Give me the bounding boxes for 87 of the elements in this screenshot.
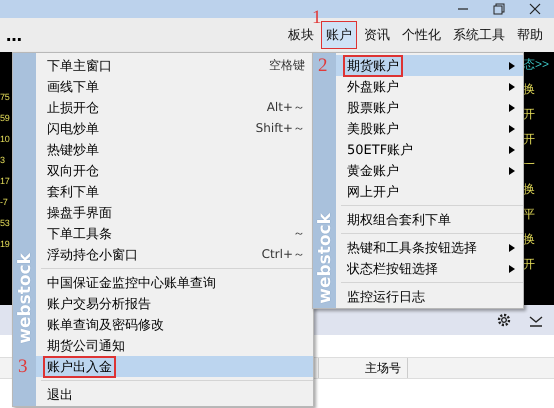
menu-item[interactable]: 浮动持仓小窗口 Ctrl+～ <box>36 244 313 265</box>
menu-item-label: 下单工具条 <box>46 226 113 242</box>
menu-item-label: 美股账户 <box>346 120 400 138</box>
quote-label: 开 <box>523 257 536 271</box>
shortcut-label: ～ <box>293 225 305 242</box>
quote-label: 换 <box>523 232 536 246</box>
menu-item-label: 账单查询及密码修改 <box>46 316 165 334</box>
menu-item[interactable]: 中国保证金监控中心账单查询 <box>36 272 313 293</box>
quote-label: 换 <box>523 182 536 196</box>
menu-item-label: 止损开仓 <box>46 100 100 116</box>
menu-item-label: 套利下单 <box>46 184 100 200</box>
quote-value: 75 <box>0 91 10 104</box>
quote-label: 开 <box>523 132 536 146</box>
quote-value: 53 <box>0 217 10 230</box>
menu-item-label: 监控运行日志 <box>346 288 426 306</box>
menu-item-label: 操盘手界面 <box>46 204 113 222</box>
menu-item[interactable]: 热键炒单 <box>36 139 313 160</box>
menu-tab[interactable]: 资讯 <box>359 21 395 49</box>
shortcut-label: Alt+～ <box>266 99 305 116</box>
step-number: 1 <box>312 8 322 27</box>
menu-item-label: 期货公司通知 <box>46 338 126 354</box>
menu-tab[interactable]: 个性化 <box>397 21 446 49</box>
quote-value: 10 <box>0 133 10 146</box>
menu-item-label: 网上开户 <box>346 184 400 200</box>
column-header: 主场号 <box>318 358 408 378</box>
menu-item[interactable]: 状态栏按钮选择 <box>336 258 523 279</box>
menu-item-label: 外盘账户 <box>346 78 400 96</box>
menu-item-label: 黄金账户 <box>346 162 400 180</box>
menu-item[interactable]: 期货公司通知 <box>36 335 313 356</box>
step-number: 2 <box>318 56 328 75</box>
brand-label: webstock <box>315 213 335 304</box>
step-number: 3 <box>18 357 28 376</box>
restore-icon[interactable] <box>492 2 506 16</box>
quote-label: 换 <box>523 82 536 96</box>
menu-item[interactable]: 下单主窗口 空格键 <box>36 55 313 76</box>
menu-item[interactable]: 闪电炒单 Shift+～ <box>36 118 313 139</box>
menu-item[interactable]: 操盘手界面 <box>36 202 313 223</box>
menu-item-label: 账户交易分析报告 <box>46 296 152 312</box>
settings-icon[interactable] <box>496 312 512 328</box>
quote-label: 平 <box>523 207 536 221</box>
menu-tab[interactable]: 系统工具 <box>448 21 510 49</box>
menu-item-label: 闪电炒单 <box>46 120 100 138</box>
menu-item-label: 账户出入金 <box>45 358 114 376</box>
menu-item[interactable]: 套利下单 <box>36 181 313 202</box>
shortcut-label: 空格键 <box>269 57 305 74</box>
column-header: 态>> <box>523 57 550 71</box>
menu-item-label: 退出 <box>46 386 74 404</box>
menu-item[interactable]: 外盘账户 <box>336 76 523 97</box>
close-icon[interactable] <box>528 2 542 16</box>
menu-item[interactable]: 止损开仓 Alt+～ <box>36 97 313 118</box>
quote-value: 59 <box>0 112 10 125</box>
menu-item[interactable]: 双向开仓 <box>36 160 313 181</box>
menu-item[interactable]: 期权组合套利下单 <box>336 209 523 230</box>
menu-item[interactable]: 美股账户 <box>336 118 523 139</box>
menu-item-label: 状态栏按钮选择 <box>346 260 439 278</box>
menu-item[interactable]: 股票账户 <box>336 97 523 118</box>
menu-item[interactable]: 下单工具条 ～ <box>36 223 313 244</box>
menu-item[interactable]: 退出 <box>36 384 313 405</box>
menu-item[interactable]: 50ETF账户 <box>336 139 523 160</box>
menu-item-label: 双向开仓 <box>46 162 100 180</box>
menu-item-label: 热键炒单 <box>46 142 100 158</box>
quote-label: 开 <box>523 107 536 121</box>
menu-item[interactable]: 监控运行日志 <box>336 286 523 307</box>
quote-value: 19 <box>0 238 10 251</box>
menu-item-label: 中国保证金监控中心账单查询 <box>46 274 217 292</box>
menu-item-label: 热键和工具条按钮选择 <box>346 240 478 256</box>
menu-item[interactable]: 网上开户 <box>336 181 523 202</box>
menu-item-label: 期权组合套利下单 <box>346 212 452 228</box>
overflow-menu[interactable]: … <box>6 26 23 44</box>
menu-item[interactable]: 黄金账户 <box>336 160 523 181</box>
menu-item-label: 股票账户 <box>346 100 400 116</box>
shortcut-label: Shift+～ <box>256 120 305 137</box>
quote-value: 3 <box>0 154 6 167</box>
menu-item[interactable]: 画线下单 <box>36 76 313 97</box>
menu-item-label: 下单主窗口 <box>46 58 113 74</box>
menu-item-label: 画线下单 <box>46 78 100 96</box>
quote-value: -7 <box>0 196 8 209</box>
quote-value: 17 <box>0 175 10 188</box>
menu-item[interactable]: 热键和工具条按钮选择 <box>336 237 523 258</box>
menu-item-label: 50ETF账户 <box>346 142 414 158</box>
quote-label: 一 <box>523 157 536 171</box>
menu-tab[interactable]: 帮助 <box>512 21 548 49</box>
menu-item-label: 期货账户 <box>345 56 401 74</box>
shortcut-label: Ctrl+～ <box>262 246 305 263</box>
brand-label: webstock <box>15 253 35 344</box>
menu-item-label: 浮动持仓小窗口 <box>46 246 139 264</box>
menu-item[interactable]: 账户交易分析报告 <box>36 293 313 314</box>
